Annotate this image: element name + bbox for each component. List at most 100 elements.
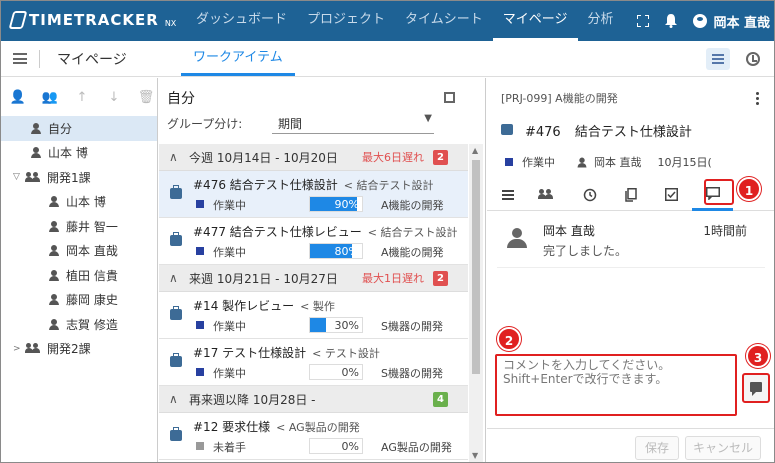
detail-assignee[interactable]: 岡本 直哉 [594,154,642,170]
move-down-icon[interactable]: ↓ [105,90,123,105]
briefcase-icon [170,353,182,367]
chevron-right-icon[interactable]: > [13,344,25,354]
tree-item[interactable]: 植田 信貴 [1,263,157,288]
work-item-title: #12 要求仕様 < AG製品の開発 [193,418,360,435]
detail-status[interactable]: 作業中 [522,154,555,170]
tree-item[interactable]: 岡本 直哉 [1,239,157,264]
progress-label: 30% [334,319,359,332]
comment-input[interactable]: コメントを入力してください。 Shift+Enterで改行できます。 [495,354,737,416]
tree-item[interactable]: 藤井 智一 [1,214,157,239]
tab-list-icon[interactable] [487,178,528,211]
group-by-select[interactable]: 期間 ▼ [272,110,434,134]
work-item-title: #476 結合テスト仕様設計 < 結合テスト設計 [193,176,434,193]
list-scrollbar[interactable]: ▲ ▼ [469,144,483,462]
tree-item[interactable]: 藤岡 康史 [1,288,157,313]
send-comment-button[interactable] [742,373,770,403]
list-header: 自分 グループ分け: 期間 ▼ [159,78,471,141]
nav-projects[interactable]: プロジェクト [297,1,395,41]
person-icon [31,147,41,159]
tree-item-label: 開発2課 [47,342,91,357]
tab-copy-icon[interactable] [610,178,651,211]
nav-mypage[interactable]: マイページ [492,1,578,41]
cancel-button[interactable]: キャンセル [685,436,761,460]
fullscreen-icon[interactable] [637,15,650,27]
tree-item[interactable]: 志賀 修造 [1,312,157,337]
work-item-parent[interactable]: < 製作 [300,300,335,313]
group-header[interactable]: ∧ 来週 10月21日 - 10月27日 最大1日遅れ 2 [159,265,468,292]
work-item-project: A機能の開発 [381,199,444,212]
detail-date[interactable]: 10月15日( [658,154,712,170]
group-by-value: 期間 [278,117,303,131]
save-button[interactable]: 保存 [635,436,679,460]
work-item-card[interactable]: #476 結合テスト仕様設計 < 結合テスト設計 作業中 90% A機能の開発 [159,171,468,218]
group-title: 再来週以降 10月28日 - [189,392,316,407]
work-item-parent[interactable]: < 結合テスト設計 [344,179,434,192]
group-header[interactable]: ∧ 再来週以降 10月28日 - 4 [159,386,468,413]
chevron-down-icon: ▼ [424,113,432,124]
work-item-card[interactable]: #17 テスト仕様設計 < テスト設計 作業中 0% S機器の開発 [159,339,468,386]
clock-icon[interactable] [746,52,760,66]
work-item-parent[interactable]: < テスト設計 [312,347,380,360]
work-item-card[interactable]: #14 製作レビュー < 製作 作業中 30% S機器の開発 [159,292,468,339]
tree-item[interactable]: 自分 [1,116,157,141]
group-header[interactable]: ∧ 今週 10月14日 - 10月20日 最大6日遅れ 2 [159,144,468,171]
work-item-card[interactable]: #477 結合テスト仕様レビュー < 結合テスト設計 作業中 80% A機能の開発 [159,218,468,265]
work-item-card[interactable]: #12 要求仕様 < AG製品の開発 未着手 0% AG製品の開発 [159,413,468,460]
group-title: 来週 10月21日 - 10月27日 [189,271,338,286]
person-icon [49,318,59,330]
highlight-comments-tab [704,179,734,205]
scroll-up-arrow[interactable]: ▲ [472,146,478,155]
add-person-icon[interactable]: 👤 [9,90,27,105]
chevron-up-icon[interactable]: ∧ [169,271,189,285]
app-logo[interactable]: TIMETRACKER NX [8,11,176,29]
tab-work-items[interactable]: ワークアイテム [181,41,295,76]
app-window: TIMETRACKER NX ダッシュボード プロジェクト タイムシート マイペ… [0,0,775,463]
tab-checklist-icon[interactable] [651,178,692,211]
nav-dashboard[interactable]: ダッシュボード [186,1,297,41]
tab-history-icon[interactable] [569,178,610,211]
progress-bar: 30% [309,317,363,333]
nav-timesheet[interactable]: タイムシート [395,1,493,41]
person-icon [31,122,41,134]
count-badge: 2 [433,149,448,165]
move-up-icon[interactable]: ↑ [73,90,91,105]
chevron-up-icon[interactable]: ∧ [169,150,189,164]
person-icon [49,294,59,306]
expand-icon[interactable] [444,92,455,103]
bell-icon[interactable] [665,14,678,28]
progress-label: 0% [341,440,359,453]
project-breadcrumb[interactable]: [PRJ-099] A機能の開発 [501,90,618,106]
briefcase-icon [170,427,182,441]
add-group-icon[interactable]: 👥 [41,90,59,105]
trash-icon[interactable]: 🗑 [137,90,155,105]
nav-analysis[interactable]: 分析 [578,1,624,41]
tab-members-icon[interactable] [528,178,569,211]
work-item-title: #477 結合テスト仕様レビュー < 結合テスト設計 [193,223,458,240]
work-item-parent[interactable]: < AG製品の開発 [276,421,360,434]
menu-icon[interactable] [13,53,27,64]
tree-toolbar: 👤 👥 ↑ ↓ 🗑 [1,78,157,116]
tree-item[interactable]: ▽ 開発1課 [1,165,157,190]
more-options-icon[interactable] [756,92,760,106]
scroll-down-arrow[interactable]: ▼ [472,451,478,460]
scrollbar-thumb[interactable] [472,160,480,374]
tree-item[interactable]: > 開発2課 [1,337,157,362]
group-by-label: グループ分け: [167,117,243,131]
status-color-icon [196,247,204,255]
detail-meta: 作業中 岡本 直哉 10月15日( [505,154,712,170]
list-view-icon[interactable] [706,48,730,70]
logo-icon [8,11,28,29]
tree-item[interactable]: 山本 博 [1,190,157,215]
detail-name: 結合テスト仕様設計 [574,125,692,140]
work-item-name: #476 結合テスト仕様設計 [193,178,338,192]
chevron-down-icon[interactable]: ▽ [13,172,25,182]
work-item-parent[interactable]: < 結合テスト設計 [368,226,458,239]
group-icon [25,171,41,183]
tree-item[interactable]: 山本 博 [1,141,157,166]
chevron-up-icon[interactable]: ∧ [169,392,189,406]
logo-text: TIMETRACKER [29,11,159,29]
comment-time: 1時間前 [703,224,747,238]
status-color-icon [196,368,204,376]
user-menu[interactable]: 岡本 直哉 [693,12,770,31]
detail-panel: [PRJ-099] A機能の開発 #476 結合テスト仕様設計 作業中 岡本 直… [487,78,774,462]
